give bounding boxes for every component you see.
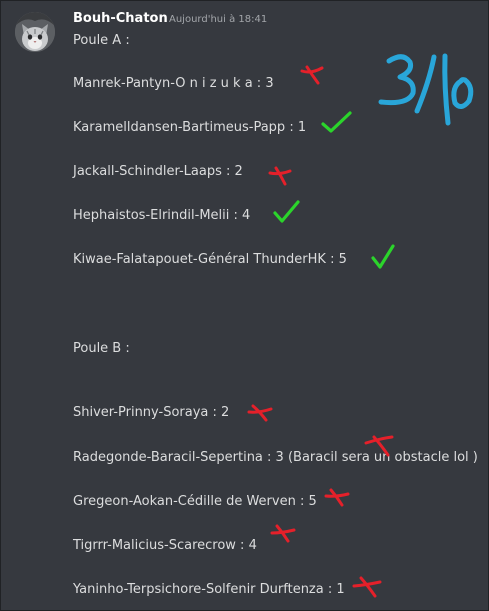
- red-cross-icon: [270, 524, 296, 543]
- red-cross-icon: [364, 435, 394, 457]
- poule-a-entry: Jackall-Schindler-Laaps : 2: [73, 164, 243, 179]
- poule-b-entry: Gregeon-Aokan-Cédille de Werven : 5: [73, 494, 317, 509]
- cat-avatar[interactable]: [15, 12, 55, 52]
- red-cross-icon: [352, 576, 382, 598]
- red-cross-icon: [324, 488, 350, 507]
- poule-b-entry: Shiver-Prinny-Soraya : 2: [73, 405, 230, 420]
- poule-b-title: Poule B :: [73, 341, 130, 356]
- poule-a-entry: Karamelldansen-Bartimeus-Papp : 1: [73, 120, 307, 135]
- red-cross-icon: [300, 65, 324, 85]
- green-check-icon: [273, 200, 300, 223]
- poule-b-entry: Tigrrr-Malicius-Scarecrow : 4: [73, 538, 257, 553]
- poule-a-entry: Manrek-Pantyn-O n i z u k a : 3: [73, 76, 274, 91]
- poule-b-entry: Radegonde-Baracil-Sepertina : 3 (Baracil…: [73, 450, 478, 465]
- message-timestamp: Aujourd'hui à 18:41: [169, 14, 268, 25]
- poule-a-entry: Hephaistos-Elrindil-Melii : 4: [73, 208, 251, 223]
- poule-b-entry: Yaninho-Terpsichore-Solfenir Durftenza :…: [73, 582, 345, 597]
- green-check-icon: [371, 244, 395, 269]
- poule-a-entry: Kiwae-Falatapouet-Général ThunderHK : 5: [73, 252, 347, 267]
- red-cross-icon: [247, 404, 273, 422]
- green-check-icon: [321, 111, 352, 133]
- red-cross-icon: [268, 166, 292, 186]
- chat-message-container: Bouh-Chaton Aujourd'hui à 18:41 Poule A …: [0, 0, 489, 611]
- author-name[interactable]: Bouh-Chaton: [73, 11, 168, 26]
- poule-a-title: Poule A :: [73, 33, 130, 48]
- handwritten-score-annotation: [378, 53, 474, 126]
